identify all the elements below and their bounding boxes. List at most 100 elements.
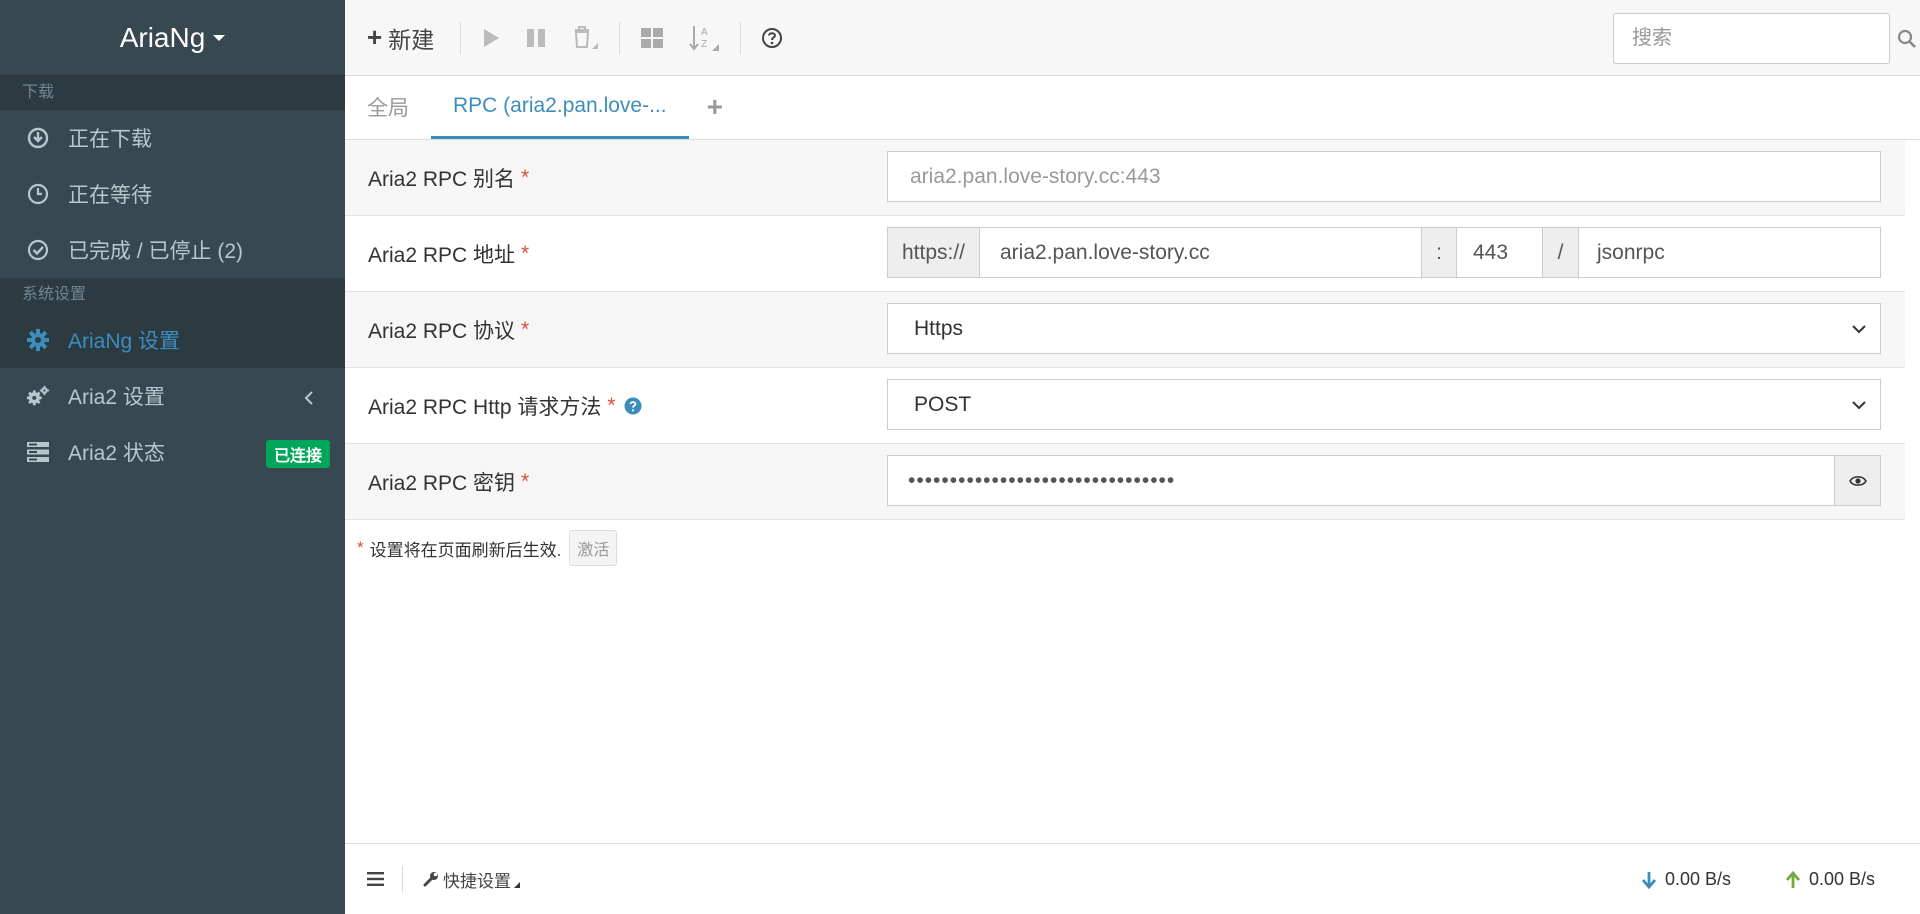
sidebar-item-aria2-status[interactable]: Aria2 状态 已连接 <box>0 424 345 480</box>
setting-label: Aria2 RPC 地址 * <box>345 239 887 269</box>
play-icon <box>484 28 500 47</box>
sidebar-item-ariang-settings[interactable]: AriaNg 设置 <box>0 312 345 368</box>
sidebar: AriaNg 下载 正在下载 正在等待 已完成 / 已停止 (2) 系统设置 A… <box>0 0 345 914</box>
rpc-method-select[interactable]: POST <box>887 379 1881 430</box>
rpc-alias-input[interactable]: aria2.pan.love-story.cc:443 <box>887 151 1881 202</box>
setting-control: •••••••••••••••••••••••••••••••• <box>887 455 1881 506</box>
upload-speed: 0.00 B/s <box>1785 844 1875 914</box>
footer-menu-button[interactable] <box>345 872 402 886</box>
trash-icon <box>575 25 599 49</box>
setting-row-method: Aria2 RPC Http 请求方法 * POST <box>345 368 1905 444</box>
setting-row-address: Aria2 RPC 地址 * https:// aria2.pan.love-s… <box>345 216 1905 292</box>
grid-icon <box>641 27 664 48</box>
setting-label: Aria2 RPC 协议 * <box>345 315 887 345</box>
rpc-secret-input[interactable]: •••••••••••••••••••••••••••••••• <box>888 456 1834 505</box>
footer: 快捷设置 0.00 B/s 0.00 B/s <box>345 843 1920 914</box>
setting-label: Aria2 RPC 别名 * <box>345 163 887 193</box>
port-path-separator: / <box>1543 228 1579 277</box>
quick-settings-button[interactable]: 快捷设置 <box>403 867 520 892</box>
required-marker: * <box>521 469 530 493</box>
gear-icon <box>26 328 50 352</box>
sidebar-item-aria2-settings[interactable]: Aria2 设置 <box>0 368 345 424</box>
rpc-protocol-prefix: https:// <box>888 228 980 277</box>
setting-label-text: Aria2 RPC 密钥 <box>368 471 516 495</box>
chevron-down-icon <box>1852 400 1866 409</box>
setting-control: https:// aria2.pan.love-story.cc : 443 /… <box>887 227 1881 278</box>
check-circle-icon <box>26 238 50 262</box>
tab-global[interactable]: 全局 <box>345 75 431 139</box>
dropdown-corner-icon <box>514 882 520 888</box>
setting-row-alias: Aria2 RPC 别名 * aria2.pan.love-story.cc:4… <box>345 140 1905 216</box>
select-value: Https <box>914 316 964 340</box>
sidebar-header-settings: 系统设置 <box>0 278 345 312</box>
chevron-down-icon <box>1852 324 1866 333</box>
tab-rpc[interactable]: RPC (aria2.pan.love-... <box>431 75 689 139</box>
settings-note: * 设置将在页面刷新后生效. 激活 <box>357 530 618 566</box>
toolbar-divider <box>619 21 621 54</box>
setting-row-secret: Aria2 RPC 密钥 * •••••••••••••••••••••••••… <box>345 444 1905 520</box>
help-icon <box>762 27 783 48</box>
rpc-host-input[interactable]: aria2.pan.love-story.cc <box>980 228 1422 277</box>
pause-icon <box>527 28 546 47</box>
setting-label: Aria2 RPC Http 请求方法 * <box>345 391 887 421</box>
upload-speed-value: 0.00 B/s <box>1808 869 1875 889</box>
rpc-path-input[interactable]: jsonrpc <box>1579 228 1880 277</box>
toolbar-divider <box>460 21 462 54</box>
hamburger-icon <box>367 872 384 886</box>
search-icon[interactable] <box>1897 29 1917 49</box>
gears-icon <box>26 384 50 408</box>
sort-icon: AZ <box>689 25 720 51</box>
sidebar-item-downloading[interactable]: 正在下载 <box>0 110 345 166</box>
setting-label-text: Aria2 RPC 地址 <box>368 243 516 267</box>
clock-icon <box>26 182 50 206</box>
wrench-icon <box>423 872 438 887</box>
pause-button[interactable] <box>513 18 559 58</box>
sidebar-item-label: 正在下载 <box>68 128 152 151</box>
add-rpc-tab-button[interactable]: + <box>689 75 741 139</box>
svg-text:A: A <box>701 27 708 38</box>
new-task-label: 新建 <box>388 26 435 53</box>
required-marker: * <box>357 538 364 557</box>
setting-label-text: Aria2 RPC 协议 <box>368 319 516 343</box>
chevron-left-icon <box>303 388 315 412</box>
required-marker: * <box>521 241 530 265</box>
new-task-button[interactable]: + 新建 <box>345 18 452 58</box>
sidebar-item-label: 已完成 / 已停止 (2) <box>68 240 244 263</box>
setting-label: Aria2 RPC 密钥 * <box>345 467 887 497</box>
sidebar-item-waiting[interactable]: 正在等待 <box>0 166 345 222</box>
download-circle-icon <box>26 126 50 150</box>
delete-button[interactable] <box>559 18 611 58</box>
required-marker: * <box>607 393 616 417</box>
app-brand-dropdown[interactable]: AriaNg <box>0 0 345 76</box>
rpc-protocol-select[interactable]: Https <box>887 303 1881 354</box>
app-title: AriaNg <box>119 21 206 53</box>
search-input[interactable] <box>1614 14 1897 63</box>
required-marker: * <box>521 317 530 341</box>
sidebar-item-label: 正在等待 <box>68 184 152 207</box>
sidebar-header-download: 下载 <box>0 76 345 110</box>
activate-button[interactable]: 激活 <box>569 530 618 566</box>
download-speed-value: 0.00 B/s <box>1664 869 1731 889</box>
toolbar-divider <box>740 21 742 54</box>
arrow-down-icon <box>1641 871 1657 889</box>
sort-button[interactable]: AZ <box>676 18 732 58</box>
connection-status-badge: 已连接 <box>265 440 330 468</box>
sidebar-item-stopped[interactable]: 已完成 / 已停止 (2) <box>0 222 345 278</box>
question-circle-icon[interactable] <box>624 397 642 415</box>
settings-tabs: 全局 RPC (aria2.pan.love-... + <box>345 76 1920 140</box>
required-marker: * <box>521 165 530 189</box>
eye-icon <box>1848 475 1867 486</box>
help-button[interactable] <box>749 18 795 58</box>
setting-label-text: Aria2 RPC 别名 <box>368 167 516 191</box>
sidebar-item-label: AriaNg 设置 <box>68 330 181 353</box>
rpc-secret-group: •••••••••••••••••••••••••••••••• <box>887 455 1881 506</box>
select-value: POST <box>914 392 972 416</box>
quick-settings-label: 快捷设置 <box>443 871 511 891</box>
show-secret-button[interactable] <box>1834 456 1880 505</box>
view-toggle-button[interactable] <box>628 18 676 58</box>
start-button[interactable] <box>469 18 513 58</box>
setting-row-protocol: Aria2 RPC 协议 * Https <box>345 292 1905 368</box>
arrow-up-icon <box>1785 870 1801 888</box>
rpc-address-group: https:// aria2.pan.love-story.cc : 443 /… <box>887 227 1881 278</box>
rpc-port-input[interactable]: 443 <box>1457 228 1543 277</box>
